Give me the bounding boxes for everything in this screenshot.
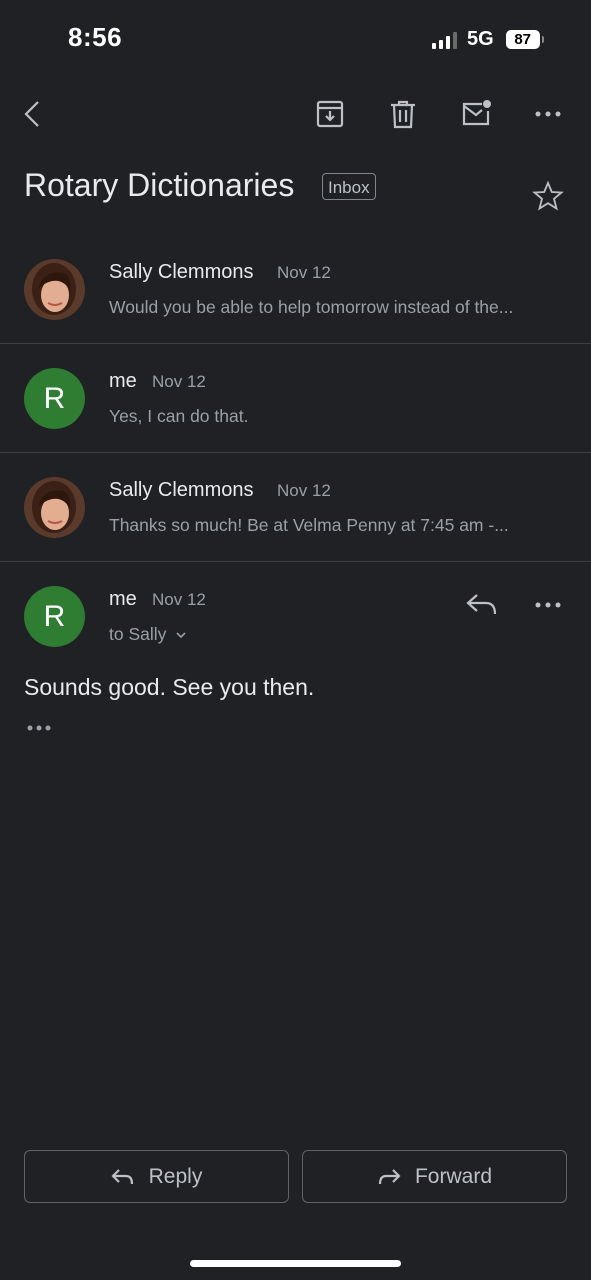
home-indicator bbox=[190, 1260, 401, 1267]
avatar-me: R bbox=[24, 586, 85, 647]
message-more-button[interactable] bbox=[530, 592, 566, 618]
star-button[interactable] bbox=[532, 180, 564, 212]
message-collapsed-2[interactable]: R me Nov 12 Yes, I can do that. bbox=[0, 344, 591, 452]
ellipsis-icon bbox=[27, 725, 51, 731]
message-snippet: Yes, I can do that. bbox=[109, 406, 249, 426]
avatar-sally bbox=[24, 477, 85, 538]
sender-name: Sally Clemmons bbox=[109, 261, 254, 283]
back-button[interactable] bbox=[14, 94, 54, 134]
recipient-line: to Sally bbox=[109, 624, 167, 644]
message-date: Nov 12 bbox=[277, 481, 331, 500]
forward-label: Forward bbox=[414, 1164, 493, 1188]
thread-subject: Rotary Dictionaries bbox=[24, 167, 295, 203]
more-icon bbox=[535, 111, 561, 117]
sender-name: me bbox=[109, 588, 137, 610]
show-trimmed-content-button[interactable] bbox=[24, 718, 56, 738]
archive-icon bbox=[316, 100, 344, 128]
mark-unread-icon bbox=[462, 100, 491, 126]
reply-label: Reply bbox=[148, 1164, 203, 1188]
status-time: 8:56 bbox=[68, 22, 123, 52]
battery-level: 87 bbox=[514, 31, 532, 48]
recipient-details-toggle[interactable]: to Sally bbox=[109, 624, 187, 645]
chevron-down-icon bbox=[176, 632, 186, 639]
message-snippet: Would you be able to help tomorrow inste… bbox=[109, 297, 514, 317]
forward-button[interactable]: Forward bbox=[302, 1150, 567, 1203]
trash-icon bbox=[391, 100, 415, 129]
reply-button[interactable]: Reply bbox=[24, 1150, 289, 1203]
archive-button[interactable] bbox=[310, 94, 350, 134]
cell-signal-icon bbox=[432, 31, 457, 49]
star-icon bbox=[532, 180, 564, 211]
back-icon bbox=[24, 101, 39, 127]
sender-name: Sally Clemmons bbox=[109, 479, 254, 501]
battery-icon: 87 bbox=[505, 30, 544, 49]
message-collapsed-3[interactable]: Sally Clemmons Nov 12 Thanks so much! Be… bbox=[0, 453, 591, 561]
avatar-sally bbox=[24, 259, 85, 320]
avatar-me: R bbox=[24, 368, 85, 429]
network-type: 5G bbox=[467, 28, 494, 50]
delete-button[interactable] bbox=[383, 94, 423, 134]
message-date: Nov 12 bbox=[152, 372, 206, 391]
message-collapsed-1[interactable]: Sally Clemmons Nov 12 Would you be able … bbox=[0, 245, 591, 343]
status-indicators: 5G 87 bbox=[432, 28, 544, 51]
reply-icon bbox=[466, 594, 497, 615]
message-body: Sounds good. See you then. bbox=[24, 674, 315, 700]
mark-unread-button[interactable] bbox=[456, 94, 496, 134]
divider bbox=[0, 561, 591, 562]
message-snippet: Thanks so much! Be at Velma Penny at 7:4… bbox=[109, 515, 509, 535]
message-date: Nov 12 bbox=[152, 590, 206, 609]
reply-button-inline[interactable] bbox=[464, 590, 500, 620]
reply-icon bbox=[111, 1168, 133, 1184]
more-options-button[interactable] bbox=[528, 94, 568, 134]
forward-icon bbox=[378, 1168, 401, 1184]
message-date: Nov 12 bbox=[277, 263, 331, 282]
sender-name: me bbox=[109, 370, 137, 392]
inbox-label[interactable]: Inbox bbox=[322, 173, 376, 200]
more-icon bbox=[535, 602, 561, 608]
